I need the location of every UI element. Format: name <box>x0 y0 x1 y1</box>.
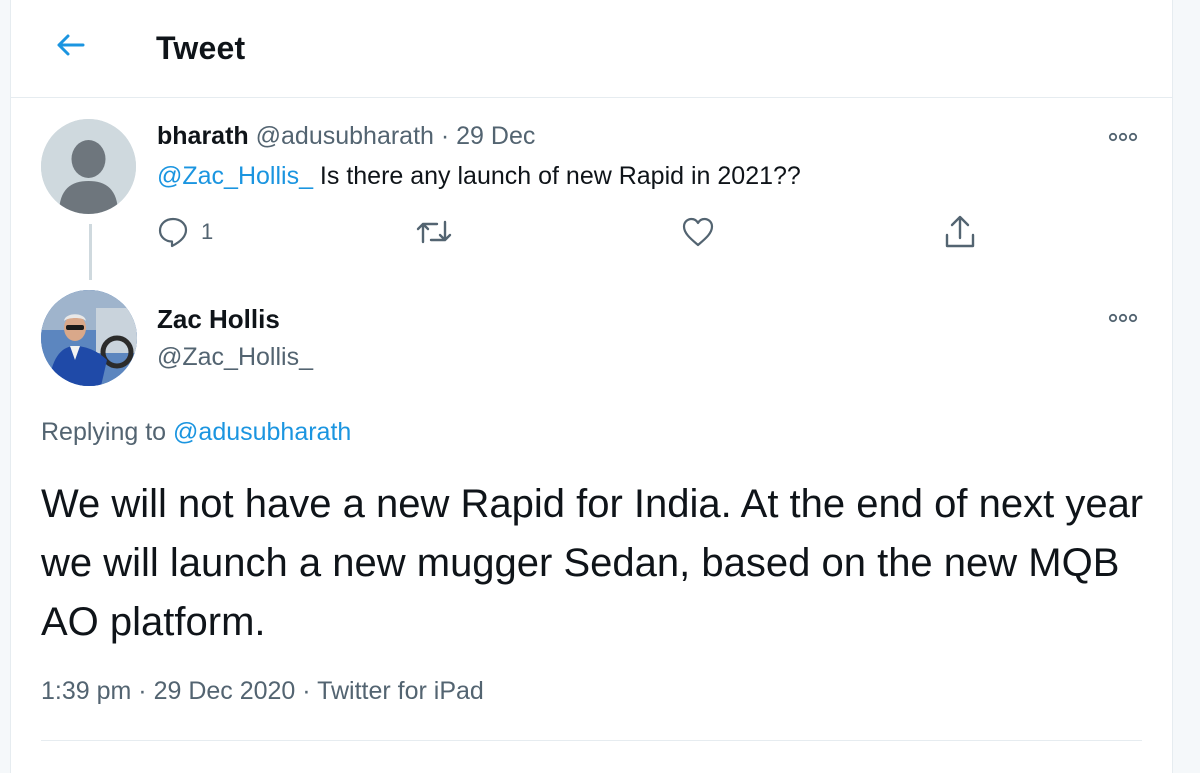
tweet-meta: 1:39 pm · 29 Dec 2020 · Twitter for iPad <box>41 677 484 706</box>
back-arrow-icon <box>57 34 85 56</box>
more-options-button[interactable] <box>1105 308 1141 328</box>
author-handle[interactable]: @Zac_Hollis_ <box>157 343 313 372</box>
retweet-icon <box>416 220 452 244</box>
avatar-default[interactable] <box>41 119 136 214</box>
tweet-time[interactable]: 1:39 pm <box>41 677 131 705</box>
parent-date[interactable]: 29 Dec <box>456 122 535 150</box>
like-button[interactable] <box>681 216 715 248</box>
reply-icon <box>158 217 188 248</box>
parent-tweet-text: @Zac_Hollis_ Is there any launch of new … <box>157 162 801 191</box>
header: Tweet <box>11 0 1172 98</box>
avatar-zac-hollis[interactable] <box>41 290 137 386</box>
separator: · <box>295 677 318 705</box>
reply-count: 1 <box>201 219 214 244</box>
more-options-button[interactable] <box>1105 127 1141 147</box>
reply-button[interactable]: 1 <box>157 216 213 248</box>
default-profile-icon <box>41 119 136 214</box>
parent-tweet-body: Is there any launch of new Rapid in 2021… <box>312 162 801 190</box>
replying-to-label: Replying to <box>41 418 174 446</box>
profile-photo <box>41 290 137 386</box>
separator: · <box>433 122 457 150</box>
parent-handle[interactable]: @adusubharath <box>256 122 434 150</box>
thread-line <box>89 224 92 280</box>
more-icon <box>1108 132 1138 142</box>
tweet-date[interactable]: 29 Dec 2020 <box>154 677 296 705</box>
parent-display-name[interactable]: bharath <box>157 122 249 150</box>
back-button[interactable] <box>53 28 87 62</box>
parent-tweet-header: bharath @adusubharath · 29 Dec <box>157 122 535 151</box>
tweet-text: We will not have a new Rapid for India. … <box>41 482 1144 644</box>
tweet-source[interactable]: Twitter for iPad <box>317 677 484 705</box>
replying-to: Replying to @adusubharath <box>41 418 351 447</box>
share-icon <box>945 215 975 248</box>
share-button[interactable] <box>943 214 977 250</box>
tweet-panel: Tweet bharath @adusubharath · 29 Dec @Za… <box>10 0 1173 773</box>
page-title: Tweet <box>156 30 246 66</box>
separator: · <box>131 677 154 705</box>
like-icon <box>682 217 714 247</box>
divider <box>41 740 1142 741</box>
author-display-name[interactable]: Zac Hollis <box>157 304 280 335</box>
more-icon <box>1108 313 1138 323</box>
mention-link[interactable]: @Zac_Hollis_ <box>157 162 313 190</box>
replying-to-link[interactable]: @adusubharath <box>173 418 351 446</box>
retweet-button[interactable] <box>415 216 453 248</box>
